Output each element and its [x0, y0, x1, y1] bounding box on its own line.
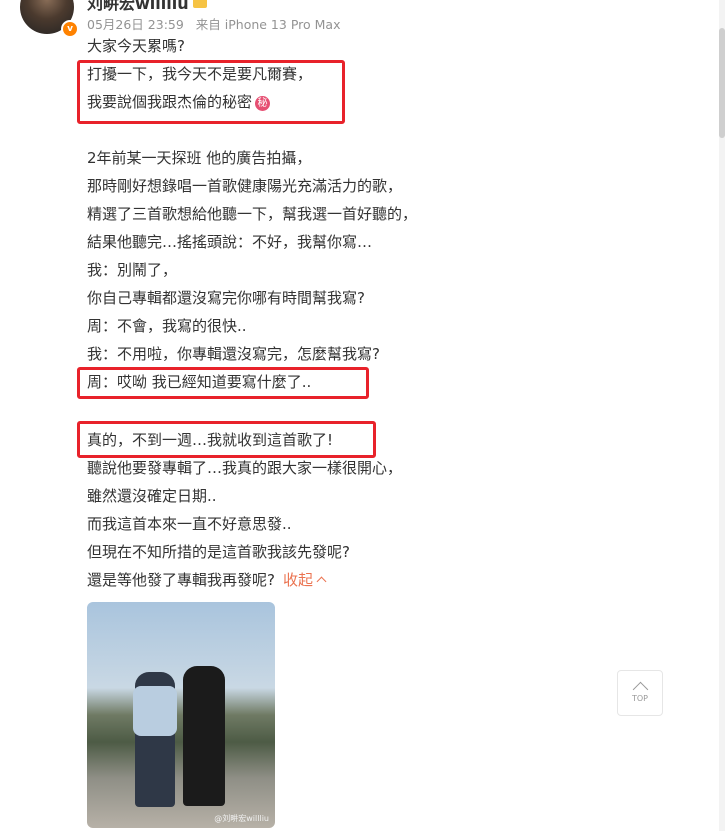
- post-photo[interactable]: @刘畊宏willliu: [87, 602, 275, 828]
- highlight-box: [77, 60, 345, 124]
- post-line: 雖然還沒確定日期..: [87, 487, 217, 505]
- highlight-box: [77, 421, 376, 458]
- post-line: 周：不會，我寫的很快..: [87, 317, 247, 335]
- post-line-text: 還是等他發了專輯我再發呢?: [87, 571, 275, 589]
- post-line: 大家今天累嗎?: [87, 37, 185, 55]
- post-line: 我：別鬧了，: [87, 261, 178, 279]
- username[interactable]: 刘畊宏willliu: [87, 0, 207, 14]
- post-line: 還是等他發了專輯我再發呢? 收起: [87, 568, 327, 592]
- back-to-top-button[interactable]: TOP: [617, 670, 663, 716]
- post-time[interactable]: 05月26日 23:59: [87, 17, 184, 32]
- username-text[interactable]: 刘畊宏willliu: [87, 0, 189, 13]
- post-line: 我：不用啦，你專輯還沒寫完，怎麼幫我寫?: [87, 345, 380, 363]
- post-line: 結果他聽完…搖搖頭說：不好，我幫你寫…: [87, 233, 373, 251]
- scrollbar-thumb[interactable]: [719, 28, 725, 138]
- photo-watermark: @刘畊宏willliu: [214, 814, 269, 823]
- post-source: 来自 iPhone 13 Pro Max: [195, 17, 341, 32]
- crown-icon: [192, 0, 207, 8]
- post-line: 2年前某一天探班 他的廣告拍攝，: [87, 149, 312, 167]
- scrollbar[interactable]: [719, 0, 725, 831]
- caret-up-icon[interactable]: [316, 576, 327, 587]
- photo-figure: [183, 666, 225, 806]
- post-meta: 05月26日 23:59 来自 iPhone 13 Pro Max: [87, 14, 348, 33]
- post-line: 但現在不知所措的是這首歌我該先發呢?: [87, 543, 350, 561]
- collapse-link[interactable]: 收起: [283, 571, 327, 589]
- collapse-label[interactable]: 收起: [283, 571, 313, 589]
- verified-icon: v: [61, 20, 79, 38]
- post-line: 精選了三首歌想給他聽一下，幫我選一首好聽的，: [87, 205, 418, 223]
- post-line: 你自己專輯都還沒寫完你哪有時間幫我寫?: [87, 289, 365, 307]
- post-line: 聽說他要發專輯了…我真的跟大家一樣很開心，: [87, 459, 403, 477]
- post-line: 那時剛好想錄唱一首歌健康陽光充滿活力的歌，: [87, 177, 403, 195]
- post-line: 而我這首本來一直不好意思發..: [87, 515, 292, 533]
- photo-figure: [133, 672, 177, 807]
- highlight-box: [77, 367, 369, 399]
- photo-figure-jacket: [133, 686, 177, 736]
